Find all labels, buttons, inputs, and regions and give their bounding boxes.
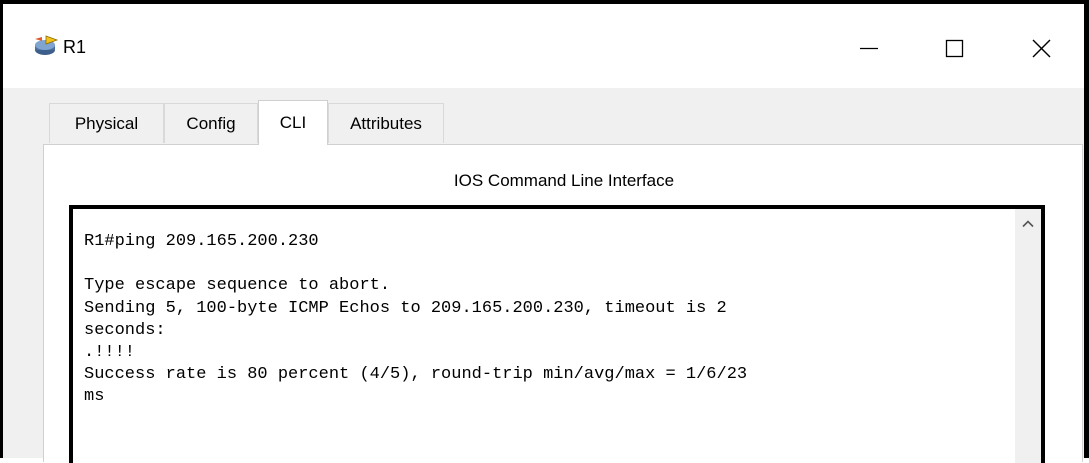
tab-physical[interactable]: Physical	[49, 103, 164, 143]
maximize-icon	[945, 39, 964, 58]
terminal-line: seconds:	[84, 320, 166, 340]
terminal-line: Sending 5, 100-byte ICMP Echos to 209.16…	[84, 298, 727, 318]
scroll-up-arrow-icon[interactable]	[1020, 217, 1036, 229]
title-bar[interactable]: R1	[3, 4, 1084, 88]
terminal-line: .!!!!	[84, 342, 136, 362]
terminal-line: ms	[84, 387, 105, 407]
router-icon	[33, 35, 59, 57]
tab-config[interactable]: Config	[164, 103, 258, 143]
close-icon	[1032, 39, 1051, 58]
vertical-scrollbar[interactable]	[1015, 209, 1041, 463]
panel-title: IOS Command Line Interface	[453, 171, 675, 190]
terminal-line: Type escape sequence to abort.	[84, 276, 391, 296]
close-button[interactable]	[1013, 24, 1073, 68]
terminal-line: R1#ping 209.165.200.230	[84, 232, 319, 251]
minimize-icon	[860, 47, 878, 50]
tab-attributes[interactable]: Attributes	[328, 103, 444, 143]
window-title: R1	[63, 37, 87, 57]
cli-window: R1 Physical Config CLI Attributes IOS Co…	[0, 0, 1089, 463]
minimize-button[interactable]	[843, 24, 903, 68]
cli-terminal[interactable]: R1#ping 209.165.200.230 Type escape seque…	[69, 205, 1045, 463]
maximize-button[interactable]	[923, 24, 983, 68]
tab-cli[interactable]: CLI	[258, 100, 328, 145]
terminal-line: Success rate is 80 percent (4/5), round-…	[84, 365, 748, 385]
cli-panel: IOS Command Line Interface R1#ping 209.1…	[43, 144, 1083, 463]
terminal-output[interactable]: R1#ping 209.165.200.230 Type escape seque…	[84, 231, 1014, 409]
